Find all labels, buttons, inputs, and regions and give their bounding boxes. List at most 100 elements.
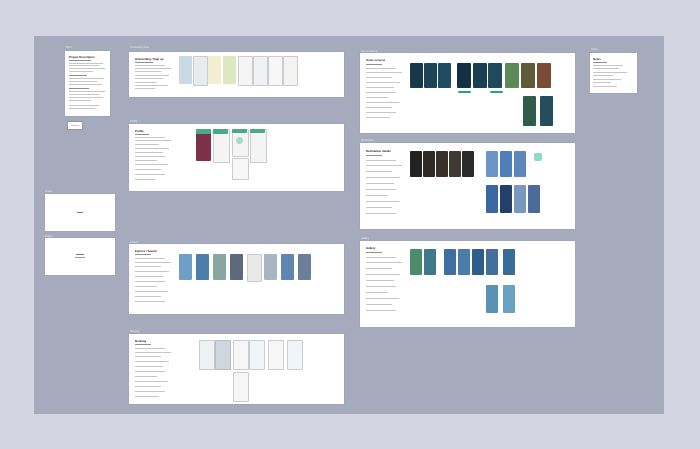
screen-thumbnail[interactable] [287, 340, 303, 370]
board-title: Destination details [366, 149, 391, 153]
text-line [366, 117, 390, 118]
screen-thumbnail[interactable] [268, 56, 283, 86]
screen-thumbnail[interactable] [486, 285, 498, 313]
board-brief[interactable]: Project Description [65, 51, 110, 116]
screen-thumbnail[interactable] [473, 63, 487, 88]
board-title: Home screens [366, 58, 386, 62]
board-search[interactable]: Explore / Search [129, 244, 344, 314]
text-line [366, 252, 382, 253]
text-line [366, 183, 394, 184]
screen-thumbnail[interactable] [410, 63, 423, 88]
screen-thumbnail[interactable] [458, 249, 470, 275]
screen-thumbnail[interactable] [528, 185, 540, 213]
screen-header [196, 129, 211, 134]
screen-thumbnail[interactable] [238, 56, 253, 86]
screen-thumbnail[interactable] [424, 63, 437, 88]
screen-thumbnail[interactable] [444, 249, 456, 275]
text-line [135, 65, 165, 66]
screen-thumbnail[interactable] [283, 56, 298, 86]
board-notes[interactable]: Notes [590, 53, 637, 93]
screen-thumbnail[interactable] [514, 185, 526, 213]
screen-thumbnail[interactable] [298, 254, 311, 280]
board-placeholder-a[interactable] [45, 194, 115, 231]
text-line [69, 60, 91, 61]
screen-thumbnail[interactable] [213, 254, 226, 280]
screen-thumbnail[interactable] [505, 63, 519, 88]
text-line [366, 102, 399, 103]
screen-thumbnail[interactable] [196, 254, 209, 280]
screen-thumbnail[interactable] [537, 63, 551, 88]
screen-thumbnail[interactable] [215, 340, 231, 370]
screen-thumbnail[interactable] [500, 185, 512, 213]
text-line [366, 262, 402, 263]
screen-thumbnail[interactable] [199, 340, 215, 370]
screen-thumbnail[interactable] [233, 340, 249, 370]
screen-thumbnail[interactable] [472, 249, 484, 275]
text-line [135, 344, 151, 345]
text-line [135, 371, 165, 372]
text-line [69, 100, 91, 101]
design-canvas[interactable]: Brief Project Description Frame Frame On… [34, 36, 664, 414]
screen-thumbnail[interactable] [410, 249, 422, 275]
screen-thumbnail[interactable] [424, 249, 436, 275]
text-line [69, 71, 93, 72]
app-icon [534, 153, 542, 161]
screen-thumbnail[interactable] [264, 254, 277, 280]
screen-thumbnail[interactable] [523, 96, 536, 126]
screen-thumbnail[interactable] [268, 340, 284, 370]
text-line [366, 68, 396, 69]
screen-thumbnail[interactable] [179, 56, 192, 84]
screen-thumbnail[interactable] [223, 56, 236, 84]
screen-thumbnail[interactable] [253, 56, 268, 86]
text-line [366, 268, 392, 269]
screen-thumbnail[interactable] [250, 129, 267, 163]
screen-thumbnail[interactable] [423, 151, 435, 177]
screen-thumbnail[interactable] [249, 340, 265, 370]
board-gallery[interactable]: Gallery [360, 241, 575, 327]
screen-thumbnail[interactable] [514, 151, 526, 177]
screen-thumbnail[interactable] [500, 151, 512, 177]
avatar [236, 137, 243, 144]
screen-thumbnail[interactable] [230, 254, 243, 280]
board-onboarding[interactable]: Onboarding / Sign up [129, 52, 344, 97]
screen-thumbnail[interactable] [521, 63, 535, 88]
text-line [135, 156, 165, 157]
screen-thumbnail[interactable] [436, 151, 448, 177]
screen-thumbnail[interactable] [208, 56, 221, 84]
screen-thumbnail[interactable] [449, 151, 461, 177]
screen-cta [458, 91, 471, 93]
screen-thumbnail[interactable] [540, 96, 553, 126]
screen-thumbnail[interactable] [247, 254, 262, 282]
text-line [366, 107, 392, 108]
text-line [135, 78, 163, 79]
screen-thumbnail[interactable] [486, 151, 498, 177]
text-line [366, 201, 399, 202]
screen-thumbnail[interactable] [503, 285, 515, 313]
screen-thumbnail[interactable] [438, 63, 451, 88]
screen-thumbnail[interactable] [503, 249, 515, 275]
screen-thumbnail[interactable] [486, 249, 498, 275]
screen-thumbnail[interactable] [281, 254, 294, 280]
text-line [135, 160, 157, 161]
screen-thumbnail[interactable] [457, 63, 471, 88]
text-line [69, 75, 87, 76]
board-destination[interactable]: Destination details [360, 143, 575, 229]
text-line [366, 92, 396, 93]
board-profile[interactable]: Profile [129, 124, 344, 191]
board-dark-app[interactable]: Home screens [360, 53, 575, 133]
small-button-card[interactable] [67, 121, 83, 130]
screen-thumbnail[interactable] [486, 185, 498, 213]
board-label-onboarding: Onboarding flow [130, 46, 149, 49]
screen-thumbnail[interactable] [179, 254, 192, 280]
screen-thumbnail[interactable] [462, 151, 474, 177]
text-line [135, 381, 168, 382]
board-booking[interactable]: Booking [129, 334, 344, 404]
screen-thumbnail[interactable] [233, 372, 249, 402]
screen-thumbnail[interactable] [213, 129, 230, 163]
screen-thumbnail[interactable] [232, 158, 249, 180]
screen-thumbnail[interactable] [488, 63, 502, 88]
screen-thumbnail[interactable] [410, 151, 422, 177]
text-line [69, 88, 89, 89]
screen-thumbnail[interactable] [193, 56, 208, 86]
board-placeholder-b[interactable] [45, 238, 115, 275]
